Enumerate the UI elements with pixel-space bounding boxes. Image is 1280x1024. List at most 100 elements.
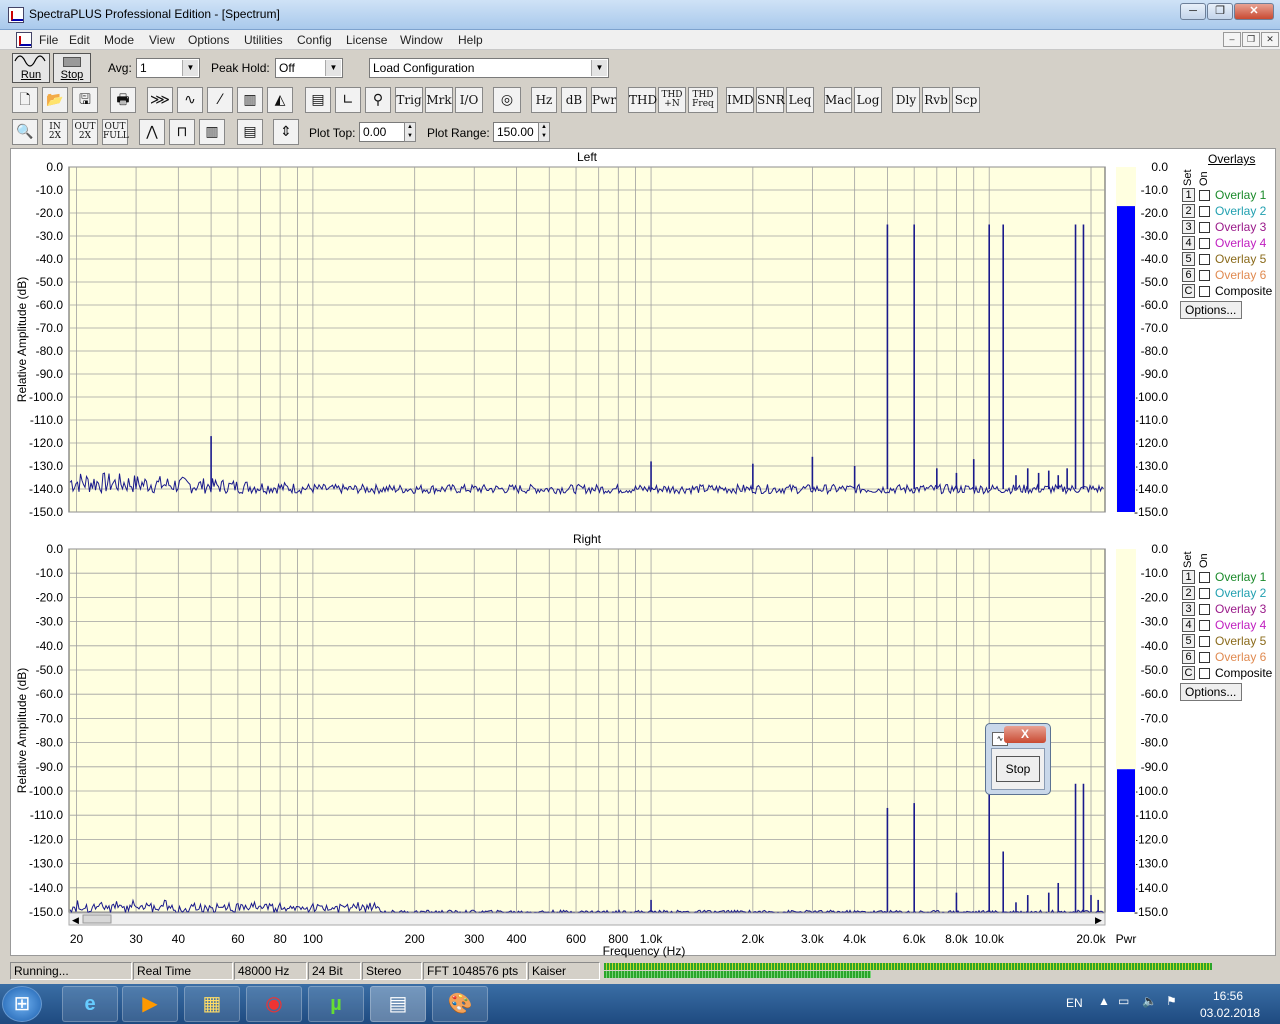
overlay-set-button[interactable]: 4 — [1182, 236, 1195, 250]
overlay-row-2: 2 Overlay 2 — [1182, 585, 1278, 601]
overlay-on-checkbox[interactable] — [1199, 254, 1210, 265]
input-level-bar-bottom — [604, 971, 871, 978]
x-tick-label: 3.0k — [801, 932, 825, 946]
level-meter-fill — [1117, 206, 1135, 512]
scroll-right-icon: ▶ — [1095, 916, 1102, 926]
x-tick-label: 8.0k — [945, 932, 969, 946]
network-icon[interactable]: ▭ — [1118, 994, 1129, 1008]
overlay-set-button[interactable]: C — [1182, 284, 1195, 298]
meter-tick-label: -50.0 — [1141, 275, 1169, 289]
status-window: Kaiser — [528, 962, 600, 980]
overlay-set-button[interactable]: 4 — [1182, 618, 1195, 632]
status-channels: Stereo — [362, 962, 422, 980]
overlay-options-button[interactable]: Options... — [1180, 301, 1242, 319]
start-button[interactable]: ⊞ — [2, 986, 42, 1022]
set-column-label: Set — [1182, 551, 1194, 568]
overlay-set-button[interactable]: 1 — [1182, 570, 1195, 584]
y-tick-label: -60.0 — [36, 687, 64, 701]
clock-date[interactable]: 03.02.2018 — [1200, 1006, 1260, 1020]
overlay-set-button[interactable]: C — [1182, 666, 1195, 680]
y-tick-label: -80.0 — [36, 344, 64, 358]
overlay-set-button[interactable]: 5 — [1182, 252, 1195, 266]
taskbar: ⊞ e ▶ ▦ ◉ µ ▤ 🎨 EN ▲ ▭ 🔈 ⚑ 16:56 03.02.2… — [0, 984, 1280, 1024]
clock-time[interactable]: 16:56 — [1213, 989, 1243, 1003]
horizontal-scrollbar — [68, 912, 1106, 926]
overlay-set-button[interactable]: 6 — [1182, 650, 1195, 664]
x-tick-label: 4.0k — [843, 932, 867, 946]
y-tick-label: -20.0 — [36, 206, 64, 220]
internet-explorer-button[interactable]: e — [62, 986, 118, 1022]
tray-expand-icon[interactable]: ▲ — [1098, 994, 1110, 1008]
overlay-on-checkbox[interactable] — [1199, 222, 1210, 233]
y-tick-label: -40.0 — [36, 252, 64, 266]
meter-tick-label: -10.0 — [1141, 183, 1169, 197]
level-meter-fill — [1117, 769, 1135, 912]
meter-tick-label: -120.0 — [1134, 436, 1168, 450]
overlay-on-checkbox[interactable] — [1199, 190, 1210, 201]
input-level-bar-top — [604, 963, 1212, 970]
overlay-label: Overlay 1 — [1215, 188, 1267, 202]
meter-tick-label: -140.0 — [1134, 881, 1168, 895]
y-tick-label: -110.0 — [30, 808, 63, 822]
overlay-label: Overlay 2 — [1215, 586, 1267, 600]
y-tick-label: -130.0 — [29, 459, 63, 473]
overlay-on-checkbox[interactable] — [1199, 206, 1210, 217]
overlay-set-button[interactable]: 2 — [1182, 586, 1195, 600]
overlay-on-checkbox[interactable] — [1199, 238, 1210, 249]
overlay-set-button[interactable]: 6 — [1182, 268, 1195, 282]
overlays-heading: Overlays — [1208, 152, 1256, 166]
x-tick-label: 40 — [172, 932, 186, 946]
meter-tick-label: -70.0 — [1141, 711, 1169, 725]
overlay-on-checkbox[interactable] — [1199, 270, 1210, 281]
overlay-on-checkbox[interactable] — [1199, 636, 1210, 647]
overlay-on-checkbox[interactable] — [1199, 588, 1210, 599]
y-tick-label: -30.0 — [36, 615, 64, 629]
set-column-label: Set — [1182, 169, 1194, 186]
spectrum-plots[interactable]: Left 0.0 0.0 -10.0 -10.0 -20.0 -20.0 -30.0 -30.0… — [0, 0, 1280, 960]
overlay-on-checkbox[interactable] — [1199, 668, 1210, 679]
overlay-set-button[interactable]: 5 — [1182, 634, 1195, 648]
chrome-button[interactable]: ◉ — [246, 986, 302, 1022]
spectraplus-button[interactable]: ▤ — [370, 986, 426, 1022]
y-tick-label: -20.0 — [36, 590, 64, 604]
meter-tick-label: 0.0 — [1151, 160, 1168, 174]
overlay-on-checkbox[interactable] — [1199, 604, 1210, 615]
overlay-set-button[interactable]: 1 — [1182, 188, 1195, 202]
overlay-label: Overlay 3 — [1215, 220, 1267, 234]
y-tick-label: -140.0 — [29, 482, 63, 496]
y-tick-label: -90.0 — [36, 367, 64, 381]
meter-tick-label: -40.0 — [1141, 252, 1169, 266]
meter-tick-label: 0.0 — [1151, 542, 1168, 556]
overlay-options-button[interactable]: Options... — [1180, 683, 1242, 701]
paint-button[interactable]: 🎨 — [432, 986, 488, 1022]
volume-icon[interactable]: 🔈 — [1142, 994, 1157, 1008]
meter-tick-label: -50.0 — [1141, 663, 1169, 677]
overlay-on-checkbox[interactable] — [1199, 620, 1210, 631]
overlay-row-c: C Composite — [1182, 283, 1278, 299]
action-center-icon[interactable]: ⚑ — [1166, 994, 1177, 1008]
overlay-set-button[interactable]: 2 — [1182, 204, 1195, 218]
dialog-stop-button[interactable]: Stop — [996, 756, 1040, 782]
utorrent-button[interactable]: µ — [308, 986, 364, 1022]
overlay-label: Overlay 2 — [1215, 204, 1267, 218]
overlay-label: Overlay 4 — [1215, 618, 1267, 632]
x-axis-label: Frequency (Hz) — [603, 944, 686, 958]
meter-tick-label: -100.0 — [1134, 390, 1168, 404]
dialog-close-button[interactable]: X — [1004, 726, 1046, 743]
meter-tick-label: -130.0 — [1134, 857, 1168, 871]
overlay-set-button[interactable]: 3 — [1182, 220, 1195, 234]
status-sample-rate: 48000 Hz — [234, 962, 307, 980]
media-player-button[interactable]: ▶ — [122, 986, 178, 1022]
x-tick-label: 2.0k — [742, 932, 766, 946]
file-explorer-button[interactable]: ▦ — [184, 986, 240, 1022]
overlay-row-5: 5 Overlay 5 — [1182, 633, 1278, 649]
overlay-label: Overlay 5 — [1215, 252, 1267, 266]
meter-tick-label: -110.0 — [1135, 808, 1168, 822]
overlay-on-checkbox[interactable] — [1199, 652, 1210, 663]
overlay-row-6: 6 Overlay 6 — [1182, 267, 1278, 283]
overlay-set-button[interactable]: 3 — [1182, 602, 1195, 616]
language-indicator[interactable]: EN — [1066, 996, 1083, 1010]
x-tick-label: 200 — [405, 932, 425, 946]
overlay-on-checkbox[interactable] — [1199, 286, 1210, 297]
overlay-on-checkbox[interactable] — [1199, 572, 1210, 583]
